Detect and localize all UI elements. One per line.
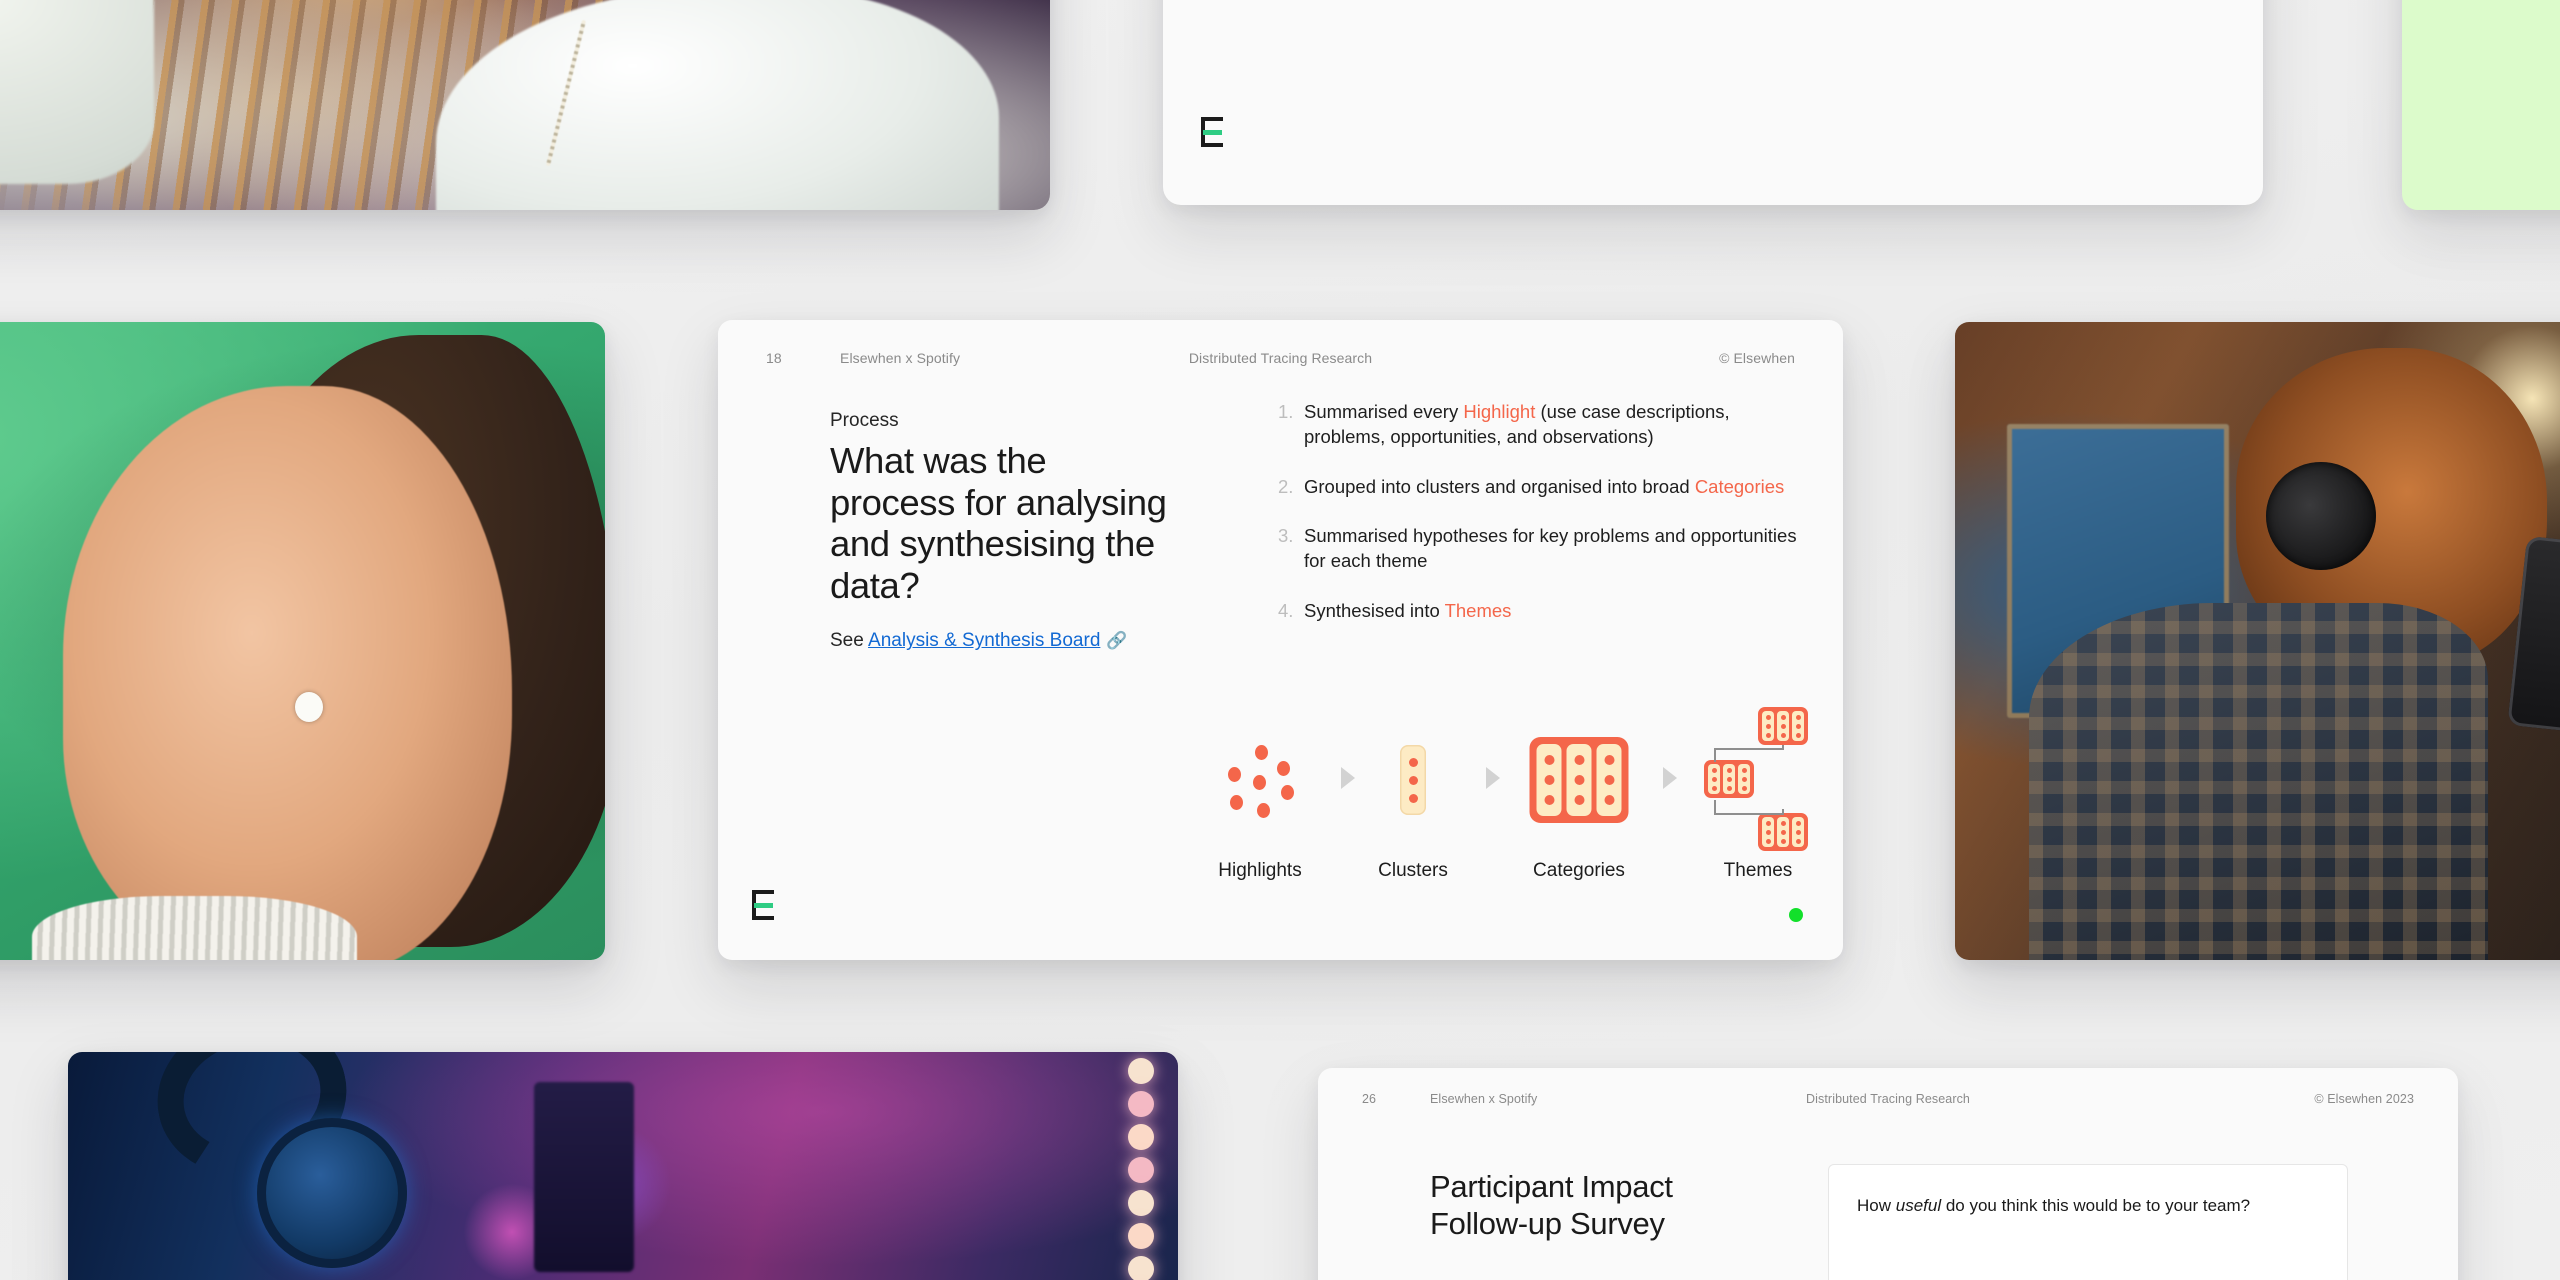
list-item-number: 3. [1278,525,1294,547]
photo-man-headphones-studio [1955,322,2560,960]
highlighted-term: Themes [1444,599,1512,621]
light-dots-strip [1128,1058,1154,1280]
list-item: 2. Grouped into clusters and organised in… [1278,475,1798,500]
slide-header: 26 Elsewhen x Spotify Distributed Tracin… [1318,1092,2458,1112]
process-slide-card[interactable]: 18 Elsewhen x Spotify Distributed Tracin… [718,320,1843,960]
theme-node-top [1758,707,1808,745]
canvas: 18 Elsewhen x Spotify Distributed Tracin… [0,0,2560,1280]
photo-neon-headphones-studio [68,1052,1178,1280]
diagram-label-categories: Categories [1533,860,1625,881]
headphone-cup [256,1118,407,1268]
page-title: What was the process for analysing and s… [830,440,1167,606]
diagram-label-clusters: Clusters [1378,860,1448,881]
green-accent-card[interactable] [2402,0,2560,210]
plain-text: Synthesised into [1304,599,1445,621]
slide-project: Distributed Tracing Research [1188,350,1373,366]
see-prefix: See [830,630,864,652]
plain-text: Grouped into clusters and organised into… [1304,475,1695,497]
plain-text: Summarised hypotheses for key problems a… [1304,525,1797,572]
analysis-synthesis-board-link[interactable]: Analysis & Synthesis Board [868,630,1100,651]
single-column-card-icon [1323,705,1503,855]
tree-connector [1782,745,1784,750]
slide-page-number: 26 [1362,1092,1377,1106]
tree-connector [1714,748,1783,750]
headphone-cup [2265,462,2376,571]
question-suffix: do you think this would be to your team? [1941,1196,2251,1215]
reference-line: See Analysis & Synthesis Board 🔗 [830,630,1170,652]
diagram-stage-categories: Categories [1489,705,1669,881]
survey-title: Participant Impact Follow-up Survey [1430,1169,1673,1242]
tree-connector [1782,809,1784,815]
tree-of-cards-icon [1668,705,1848,855]
tree-connector [1714,748,1716,762]
slide-eyebrow: Process [830,410,899,431]
table-slide-card[interactable] [1163,0,2263,205]
highlighted-term: Categories [1694,475,1785,497]
slide-project: Distributed Tracing Research [1806,1092,1970,1106]
link-icon: 🔗 [1106,631,1128,651]
list-item-text: Synthesised into Themes [1304,599,1511,624]
process-diagram: Highlights Clusters Categories Themes [718,705,1843,905]
green-status-dot [1789,908,1803,922]
shoulder [31,896,357,960]
tree-connector [1714,813,1783,815]
three-column-card-icon [1489,705,1669,855]
elsewhen-logo [1201,117,1227,147]
diagram-stage-clusters: Clusters [1323,705,1503,881]
list-item-text: Summarised every Highlight (use case des… [1304,400,1798,450]
list-item: 1. Summarised every Highlight (use case d… [1278,400,1798,450]
slide-copyright: © Elsewhen 2023 [2314,1092,2414,1106]
list-item-number: 1. [1278,401,1294,422]
diagram-label-themes: Themes [1723,860,1793,881]
slide-brand: Elsewhen x Spotify [1430,1092,1538,1106]
earbud [295,692,323,723]
list-item-number: 4. [1278,599,1294,621]
photo-dreadlocks-purple [0,0,1050,210]
elsewhen-logo [752,890,778,920]
survey-slide-card[interactable]: 26 Elsewhen x Spotify Distributed Tracin… [1318,1068,2458,1280]
slide-copyright: © Elsewhen [1719,350,1795,366]
highlighted-term: Highlight [1463,401,1536,422]
photo-woman-earbud-green [0,322,605,960]
survey-question-panel: How useful do you think this would be to… [1828,1164,2348,1280]
list-item: 3. Summarised hypotheses for key problems… [1278,524,1798,574]
face [62,385,512,960]
survey-question-text: How useful do you think this would be to… [1857,1193,2257,1219]
slide-header: 18 Elsewhen x Spotify Distributed Tracin… [718,350,1843,370]
plaid-shirt [2029,602,2488,960]
plain-text: Summarised every [1304,401,1464,422]
theme-node-bottom [1758,813,1808,851]
slide-title-block: Process What was the process for analysi… [830,410,1170,652]
question-prefix: How [1857,1196,1896,1215]
list-item: 4. Synthesised into Themes [1278,599,1798,624]
list-item-number: 2. [1278,475,1294,497]
list-item-text: Grouped into clusters and organised into… [1304,475,1784,500]
tshirt-right [435,0,999,210]
slide-page-number: 18 [766,350,782,366]
question-emphasis: useful [1895,1196,1942,1215]
theme-node-middle [1704,760,1754,798]
tree-connector [1714,800,1716,814]
process-steps-list: 1. Summarised every Highlight (use case d… [1278,400,1798,649]
tshirt-left [0,0,154,185]
diagram-stage-themes: Themes [1668,705,1848,881]
speaker [534,1082,635,1272]
list-item-text: Summarised hypotheses for key problems a… [1304,524,1798,574]
slide-brand: Elsewhen x Spotify [840,350,961,366]
